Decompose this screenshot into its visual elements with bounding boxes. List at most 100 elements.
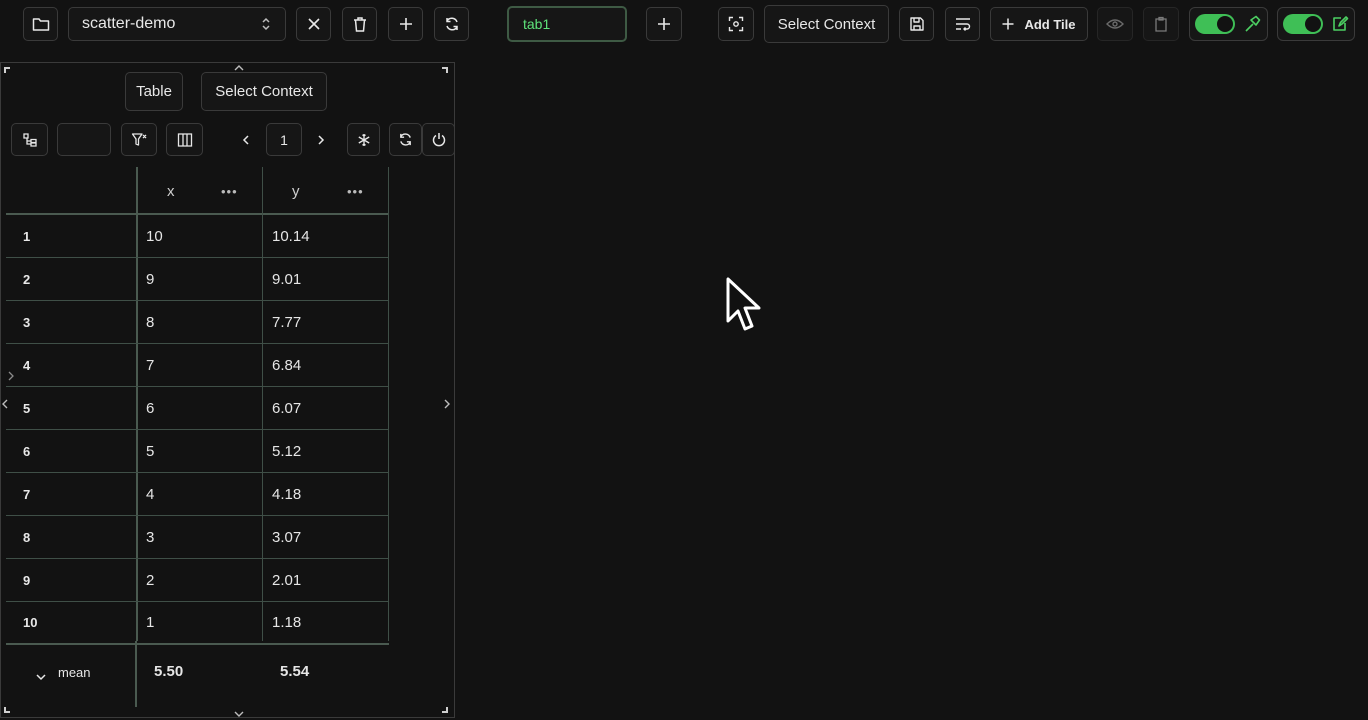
resize-corner-top-left[interactable] xyxy=(4,67,10,73)
resize-corner-bottom-left[interactable] xyxy=(4,707,10,713)
cell-x[interactable]: 4 xyxy=(146,473,154,515)
table-view-label: Table xyxy=(136,83,172,100)
expand-down-icon[interactable] xyxy=(233,705,245,720)
table-row[interactable]: 8 3 3.07 xyxy=(6,516,389,559)
table-row[interactable]: 9 2 2.01 xyxy=(6,559,389,602)
table-row[interactable]: 3 8 7.77 xyxy=(6,301,389,344)
table-row[interactable]: 7 4 4.18 xyxy=(6,473,389,516)
open-folder-button[interactable] xyxy=(23,7,58,41)
plus-icon xyxy=(399,17,413,31)
cell-x[interactable]: 5 xyxy=(146,430,154,472)
footer-divider xyxy=(135,641,137,707)
cell-x[interactable]: 2 xyxy=(146,559,154,601)
tree-icon xyxy=(22,132,38,148)
tab-label: tab1 xyxy=(523,16,551,32)
live-edit-toggle[interactable] xyxy=(1283,14,1323,34)
columns-button[interactable] xyxy=(166,123,203,156)
select-context-button[interactable]: Select Context xyxy=(764,5,889,43)
wrap-icon xyxy=(955,17,971,31)
refresh-dashboard-button[interactable] xyxy=(434,7,469,41)
table-row[interactable]: 1 10 10.14 xyxy=(6,215,389,258)
cell-y[interactable]: 3.07 xyxy=(272,516,301,558)
row-index: 6 xyxy=(23,443,31,459)
aggregate-label[interactable]: mean xyxy=(58,665,91,680)
row-index: 9 xyxy=(23,572,31,588)
power-button[interactable] xyxy=(422,123,455,156)
table-row[interactable]: 10 1 1.18 xyxy=(6,602,389,645)
close-dashboard-button[interactable] xyxy=(296,7,331,41)
row-index: 3 xyxy=(23,314,31,330)
cell-x[interactable]: 1 xyxy=(146,602,154,643)
table-row[interactable]: 2 9 9.01 xyxy=(6,258,389,301)
power-icon xyxy=(432,132,446,147)
aggregate-x: 5.50 xyxy=(154,663,184,680)
cell-x[interactable]: 3 xyxy=(146,516,154,558)
add-tab-button[interactable] xyxy=(646,7,682,41)
new-dashboard-button[interactable] xyxy=(388,7,423,41)
row-index: 8 xyxy=(23,529,31,545)
clipboard-button[interactable] xyxy=(1143,7,1179,41)
clear-filter-button[interactable] xyxy=(121,123,157,156)
chevron-down-icon[interactable] xyxy=(35,668,47,686)
cell-x[interactable]: 7 xyxy=(146,344,154,386)
filter-clear-icon xyxy=(131,132,147,148)
cell-y[interactable]: 2.01 xyxy=(272,559,301,601)
cell-x[interactable]: 10 xyxy=(146,215,163,257)
cell-y[interactable]: 6.07 xyxy=(272,387,301,429)
summary-footer: mean 5.50 5.54 xyxy=(1,641,456,707)
cell-y[interactable]: 9.01 xyxy=(272,258,301,300)
cell-y[interactable]: 4.18 xyxy=(272,473,301,515)
resize-corner-top-right[interactable] xyxy=(442,67,448,73)
save-button[interactable] xyxy=(899,7,934,41)
page-size-input[interactable] xyxy=(57,123,111,156)
cell-x[interactable]: 8 xyxy=(146,301,154,343)
cell-x[interactable]: 6 xyxy=(146,387,154,429)
screenshot-icon xyxy=(728,16,744,32)
folder-icon xyxy=(32,16,50,32)
plus-icon xyxy=(657,17,671,31)
cell-x[interactable]: 9 xyxy=(146,258,154,300)
table-row[interactable]: 5 6 6.07 xyxy=(6,387,389,430)
column-menu-x-icon[interactable]: ••• xyxy=(221,167,238,215)
column-header-x[interactable]: x xyxy=(167,167,175,215)
column-menu-y-icon[interactable]: ••• xyxy=(347,167,364,215)
table-view-button[interactable]: Table xyxy=(125,72,183,111)
hammer-icon xyxy=(1243,15,1261,38)
add-tile-button[interactable]: Add Tile xyxy=(990,7,1088,41)
wrap-button[interactable] xyxy=(945,7,980,41)
cell-y[interactable]: 5.12 xyxy=(272,430,301,472)
row-index: 7 xyxy=(23,486,31,502)
column-header-y[interactable]: y xyxy=(292,167,300,215)
refresh-icon xyxy=(444,16,460,32)
tile-refresh-button[interactable] xyxy=(389,123,422,156)
freeze-button[interactable] xyxy=(347,123,380,156)
resize-corner-bottom-right[interactable] xyxy=(442,707,448,713)
cell-y[interactable]: 10.14 xyxy=(272,215,310,257)
tile-select-context-button[interactable]: Select Context xyxy=(201,72,327,111)
cell-y[interactable]: 6.84 xyxy=(272,344,301,386)
edit-mode-toggle[interactable] xyxy=(1195,14,1235,34)
refresh-icon xyxy=(398,132,413,147)
table-header-row: x ••• y ••• xyxy=(6,167,389,215)
table-row[interactable]: 4 7 6.84 xyxy=(6,344,389,387)
tree-view-button[interactable] xyxy=(11,123,48,156)
previous-page-icon[interactable] xyxy=(241,133,251,151)
cell-y[interactable]: 7.77 xyxy=(272,301,301,343)
preview-button[interactable] xyxy=(1097,7,1133,41)
dashboard-select[interactable]: scatter-demo xyxy=(68,7,286,41)
table-row[interactable]: 6 5 5.12 xyxy=(6,430,389,473)
tab-tab1[interactable]: tab1 xyxy=(507,6,627,42)
trash-icon xyxy=(352,16,368,33)
save-icon xyxy=(909,16,925,32)
cell-y[interactable]: 1.18 xyxy=(272,602,301,643)
snowflake-icon xyxy=(357,133,371,147)
delete-dashboard-button[interactable] xyxy=(342,7,377,41)
screenshot-button[interactable] xyxy=(718,7,754,41)
page-number[interactable]: 1 xyxy=(266,123,302,156)
edit-mode-toggle-group xyxy=(1189,7,1268,41)
row-index: 1 xyxy=(23,228,31,244)
next-page-icon[interactable] xyxy=(316,133,326,151)
tile-select-context-label: Select Context xyxy=(215,83,313,100)
data-table: x ••• y ••• 1 10 10.14 2 9 9.01 3 8 7.77… xyxy=(6,167,389,645)
expand-right-icon[interactable] xyxy=(443,397,451,413)
